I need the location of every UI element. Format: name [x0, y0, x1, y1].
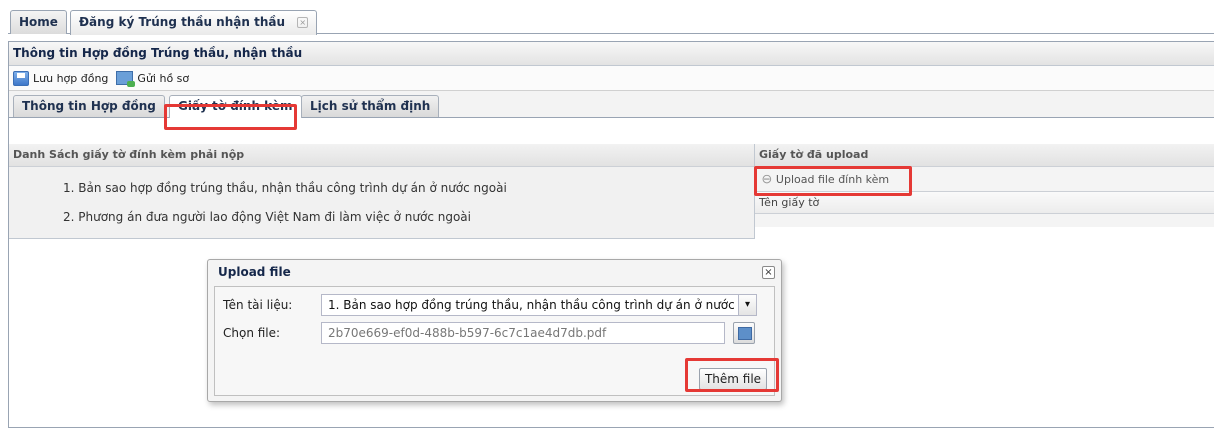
- dialog-title: Upload file: [218, 265, 291, 279]
- doc-name-select[interactable]: 1. Bản sao hợp đồng trúng thầu, nhận thầ…: [321, 294, 757, 316]
- upload-attachment-label: Upload file đính kèm: [775, 172, 890, 186]
- tab-register-contract-label: Đăng ký Trúng thầu nhận thầu: [79, 15, 286, 29]
- uploaded-docs-pane: Giấy tờ đã upload ⊘ Upload file đính kèm…: [755, 144, 1214, 227]
- tab-attachments-label: Giấy tờ đính kèm: [178, 99, 293, 113]
- panel-title: Thông tin Hợp đồng Trúng thầu, nhận thầu: [9, 42, 1214, 66]
- add-file-button[interactable]: Thêm file: [699, 368, 767, 390]
- uploaded-docs-header: Giấy tờ đã upload: [755, 144, 1214, 167]
- tab-home[interactable]: Home: [10, 10, 67, 34]
- tab-review-history[interactable]: Lịch sử thẩm định: [301, 95, 440, 117]
- tab-attachments[interactable]: Giấy tờ đính kèm: [169, 95, 302, 118]
- paperclip-icon: ⊘: [757, 169, 776, 189]
- send-dossier-label: Gửi hồ sơ: [137, 71, 190, 85]
- chevron-down-icon[interactable]: ▾: [738, 295, 756, 315]
- dialog-body: Tên tài liệu: 1. Bản sao hợp đồng trúng …: [214, 286, 775, 396]
- top-tab-bar: Home Đăng ký Trúng thầu nhận thầu ×: [8, 8, 1214, 35]
- file-path-input[interactable]: 2b70e669-ef0d-488b-b597-6c7c1ae4d7db.pdf: [321, 322, 725, 344]
- required-doc-item: 1. Bản sao hợp đồng trúng thầu, nhận thầ…: [63, 181, 507, 195]
- doc-name-value: 1. Bản sao hợp đồng trúng thầu, nhận thầ…: [328, 298, 757, 312]
- save-contract-label: Lưu hợp đồng: [33, 71, 109, 85]
- send-dossier-button[interactable]: Gửi hồ sơ: [116, 71, 190, 87]
- sub-tab-bar: Thông tin Hợp đồng Giấy tờ đính kèm Lịch…: [9, 91, 1214, 118]
- save-icon: [13, 70, 29, 86]
- tab-register-contract[interactable]: Đăng ký Trúng thầu nhận thầu ×: [70, 10, 318, 35]
- required-doc-item: 2. Phương án đưa người lao động Việt Nam…: [63, 210, 471, 224]
- tab-review-history-label: Lịch sử thẩm định: [310, 99, 431, 113]
- upload-file-dialog: Upload file × Tên tài liệu: 1. Bản sao h…: [207, 259, 782, 402]
- required-docs-header: Danh Sách giấy tờ đính kèm phải nộp: [9, 144, 754, 167]
- close-icon[interactable]: ×: [762, 266, 775, 279]
- close-icon[interactable]: ×: [297, 17, 309, 28]
- browse-file-icon[interactable]: [733, 322, 755, 344]
- column-header-doc-name[interactable]: Tên giấy tờ: [755, 192, 1214, 214]
- send-icon: [116, 71, 136, 87]
- toolbar: Lưu hợp đồng Gửi hồ sơ: [9, 66, 1214, 91]
- choose-file-label: Chọn file:: [223, 326, 281, 340]
- tab-contract-info[interactable]: Thông tin Hợp đồng: [13, 95, 165, 117]
- upload-attachment-button[interactable]: ⊘ Upload file đính kèm: [755, 167, 1214, 192]
- required-docs-pane: Danh Sách giấy tờ đính kèm phải nộp 1. B…: [9, 144, 755, 239]
- save-contract-button[interactable]: Lưu hợp đồng: [13, 70, 109, 86]
- tab-home-label: Home: [19, 15, 58, 29]
- tab-contract-info-label: Thông tin Hợp đồng: [22, 99, 156, 113]
- doc-name-label: Tên tài liệu:: [223, 298, 293, 312]
